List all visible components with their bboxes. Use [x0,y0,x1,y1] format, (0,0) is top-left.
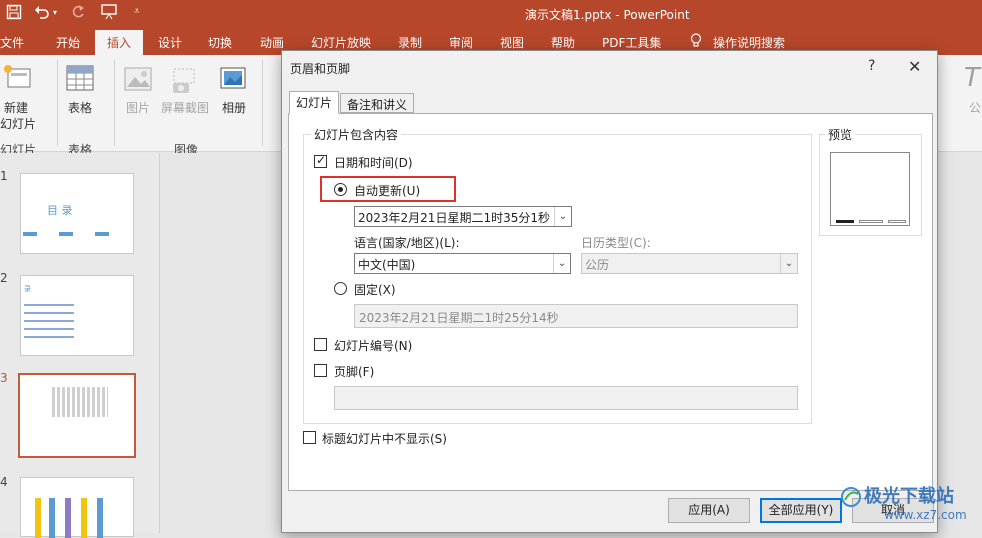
hide-on-title-checkbox[interactable] [303,431,316,444]
table-icon[interactable] [66,65,94,96]
tab-animations[interactable]: 动画 [260,34,284,51]
language-value: 中文(中国) [358,258,416,272]
datetime-label[interactable]: 日期和时间(D) [334,154,413,171]
slide-thumbnail-1[interactable]: 目 录 [20,173,134,254]
watermark-logo-icon [840,486,862,508]
slide1-decor [23,232,131,236]
watermark-text: 极光下载站 [864,486,954,507]
tab-panel: 幻灯片包含内容 ✓ 日期和时间(D) 自动更新(U) 2023年2月21日星期二… [288,113,933,491]
check-icon: ✓ [316,153,327,167]
slide-number: 2 [0,271,8,285]
tab-help[interactable]: 帮助 [551,34,575,51]
preview-footer-placeholder [859,220,883,223]
chevron-down-icon: ⌄ [780,254,797,273]
fixed-date-input[interactable]: 2023年2月21日星期二1时25分14秒 [354,304,798,328]
fixed-label[interactable]: 固定(X) [354,281,396,298]
fixed-date-value: 2023年2月21日星期二1时25分14秒 [359,311,559,325]
slide-thumbnail-pane: 1 目 录 2 录 3 4 [0,153,160,538]
slide1-title: 目 录 [47,204,73,217]
footer-checkbox[interactable] [314,364,327,377]
tab-view[interactable]: 视图 [500,34,524,51]
preview-date-placeholder [836,220,854,223]
picture-icon[interactable] [124,65,152,96]
tab-transitions[interactable]: 切换 [208,34,232,51]
table-label[interactable]: 表格 [68,99,92,116]
apply-all-button[interactable]: 全部应用(Y) [760,498,842,523]
date-format-select[interactable]: 2023年2月21日星期二1时35分1秒 ⌄ [354,206,572,227]
help-button[interactable]: ? [868,58,875,74]
fixed-radio[interactable] [334,282,347,295]
chevron-down-icon[interactable]: ⌄ [553,254,570,273]
tab-record[interactable]: 录制 [398,34,422,51]
tab-review[interactable]: 审阅 [449,34,473,51]
tab-notes-handouts[interactable]: 备注和讲义 [340,93,415,113]
watermark: 极光下载站 www.xz7.com [840,480,980,530]
annotation-highlight-box [320,176,456,202]
undo-icon[interactable] [34,4,50,24]
new-slide-icon[interactable] [2,63,32,96]
datetime-checkbox[interactable]: ✓ [314,153,327,168]
language-label: 语言(国家/地区)(L): [354,236,460,250]
date-format-value: 2023年2月21日星期二1时35分1秒 [358,211,550,225]
chevron-down-icon[interactable]: ⌄ [554,207,571,226]
tab-slideshow[interactable]: 幻灯片放映 [311,34,371,51]
close-button[interactable]: ✕ [908,57,921,76]
watermark-url: www.xz7.com [884,508,967,522]
save-icon[interactable] [6,4,22,24]
tell-me-search[interactable]: 操作说明搜索 [713,34,785,51]
tab-insert[interactable]: 插入 [95,30,144,55]
screenshot-icon[interactable] [170,67,198,98]
photo-album-label[interactable]: 相册 [222,99,246,116]
screenshot-label[interactable]: 屏幕截图 [161,99,209,116]
calendar-type-select: 公历 ⌄ [581,253,798,274]
undo-dropdown-icon[interactable]: ▾ [53,8,57,17]
slide-number-label[interactable]: 幻灯片编号(N) [334,337,412,354]
slide-thumbnail-4[interactable] [20,477,134,538]
calendar-type-value: 公历 [585,258,610,272]
slide3-content [52,387,108,417]
dialog-title: 页眉和页脚 [290,62,351,76]
slide-number: 4 [0,475,8,489]
preview-legend: 预览 [825,126,856,143]
footer-label[interactable]: 页脚(F) [334,363,374,380]
ribbon-separator [114,60,115,146]
slide-number-current: 3 [0,371,8,385]
title-bar: ▾ ⩡ 演示文稿1.pptx - PowerPoint [0,0,982,28]
present-from-start-icon[interactable] [100,4,120,24]
calendar-type-label: 日历类型(C): [581,236,651,250]
include-on-slide-legend: 幻灯片包含内容 [311,126,402,143]
tab-file[interactable]: 文件 [0,34,24,51]
tab-pdf-tools[interactable]: PDF工具集 [602,34,661,51]
header-footer-dialog: 页眉和页脚 ? ✕ 幻灯片 备注和讲义 幻灯片包含内容 ✓ 日期和时间(D) 自… [281,50,938,533]
right-clipped-label[interactable]: 公 [969,99,981,116]
preview-number-placeholder [888,220,906,223]
ribbon-separator [262,60,263,146]
ribbon-separator [57,60,58,146]
slide-number-checkbox[interactable] [314,338,327,351]
slide-number: 1 [0,169,8,183]
document-title: 演示文稿1.pptx - PowerPoint [525,8,690,22]
slide2-lines [24,304,74,340]
photo-album-icon[interactable] [220,65,248,96]
new-slide-label[interactable]: 新建 [4,99,28,116]
language-select[interactable]: 中文(中国) ⌄ [354,253,571,274]
wordart-icon[interactable]: T [964,63,980,93]
slide-thumbnail-3-selected[interactable] [18,373,136,458]
tab-design[interactable]: 设计 [158,34,182,51]
new-slide-label-2[interactable]: 幻灯片 [0,115,36,132]
tab-home[interactable]: 开始 [56,34,80,51]
apply-button[interactable]: 应用(A) [668,498,750,523]
tab-slide[interactable]: 幻灯片 [289,91,340,114]
picture-label[interactable]: 图片 [126,99,150,116]
preview-slide [830,152,910,226]
redo-icon [70,4,86,24]
lightbulb-icon [690,33,702,51]
hide-on-title-label[interactable]: 标题幻灯片中不显示(S) [322,430,447,447]
slide2-title: 录 [24,285,31,293]
customize-toolbar-icon[interactable]: ⩡ [134,6,140,17]
footer-input[interactable] [334,386,798,410]
slide-thumbnail-2[interactable]: 录 [20,275,134,356]
slide4-chart [35,498,121,538]
